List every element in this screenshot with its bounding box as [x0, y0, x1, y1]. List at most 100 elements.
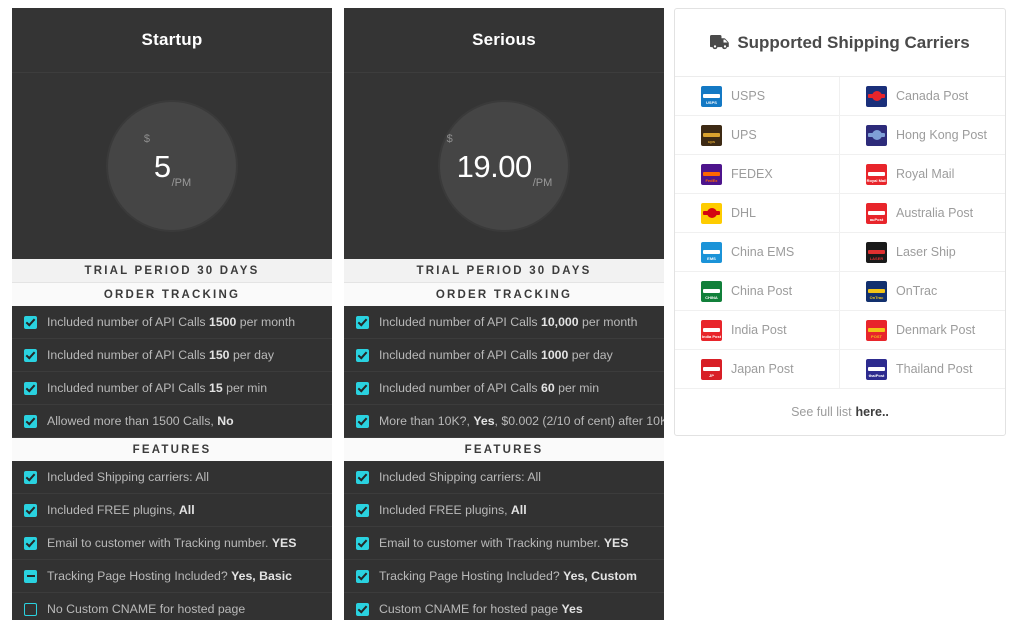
feature-row-label: Included number of API Calls 60 per min	[379, 381, 600, 395]
feature-row: Included number of API Calls 60 per min	[344, 372, 664, 405]
checkbox-checked-icon[interactable]	[356, 470, 369, 484]
carrier-item: OnTrac OnTrac	[840, 272, 1005, 311]
feature-row-label: Included Shipping carriers: All	[47, 470, 209, 484]
feature-row: Included FREE plugins, All	[344, 494, 664, 527]
carrier-logo-icon: auPost	[866, 202, 887, 224]
checkbox-checked-icon[interactable]	[24, 348, 37, 362]
feature-row-label: Tracking Page Hosting Included? Yes, Bas…	[47, 569, 292, 583]
carrier-name: Laser Ship	[896, 245, 956, 259]
feature-row: Tracking Page Hosting Included? Yes, Cus…	[344, 560, 664, 593]
carrier-logo-icon	[866, 85, 887, 107]
feature-row: Email to customer with Tracking number. …	[12, 527, 332, 560]
features-list: Included Shipping carriers: All Included …	[344, 461, 664, 620]
features-list: Included Shipping carriers: All Included …	[12, 461, 332, 620]
price-period: /PM	[171, 176, 192, 189]
feature-row-label: Included Shipping carriers: All	[379, 470, 541, 484]
carrier-name: FEDEX	[731, 167, 773, 181]
supported-carriers-panel: Supported Shipping Carriers USPS USPS Cana…	[674, 8, 1006, 436]
price-period: /PM	[532, 176, 553, 189]
carrier-item: auPost Australia Post	[840, 194, 1005, 233]
checkbox-checked-icon[interactable]	[24, 536, 37, 550]
feature-row: Email to customer with Tracking number. …	[344, 527, 664, 560]
feature-row: Included number of API Calls 10,000 per …	[344, 306, 664, 339]
see-full-list-text: See full list	[791, 405, 852, 419]
checkbox-checked-icon[interactable]	[356, 602, 369, 616]
carrier-item: DHL	[675, 194, 840, 233]
checkbox-checked-icon[interactable]	[356, 536, 369, 550]
see-full-list-link[interactable]: here..	[856, 405, 889, 419]
carrier-name: Royal Mail	[896, 167, 955, 181]
checkbox-checked-icon[interactable]	[24, 414, 37, 428]
feature-row-label: Included FREE plugins, All	[379, 503, 527, 517]
checkbox-checked-icon[interactable]	[356, 315, 369, 329]
carrier-logo-icon	[701, 202, 722, 224]
section-band-order-tracking: ORDER TRACKING	[12, 283, 332, 306]
feature-row: Included number of API Calls 1500 per mo…	[12, 306, 332, 339]
checkbox-partial-icon[interactable]	[24, 569, 37, 583]
carrier-logo-icon: ups	[701, 124, 722, 146]
plan-card-startup: Startup $ 5 /PM TRIAL PERIOD 30 DAYS ORD…	[12, 8, 332, 620]
carrier-item: LASER Laser Ship	[840, 233, 1005, 272]
carrier-name: China Post	[731, 284, 793, 298]
checkbox-empty-icon[interactable]	[24, 602, 37, 616]
checkbox-checked-icon[interactable]	[356, 503, 369, 517]
carrier-name: UPS	[731, 128, 757, 142]
feature-row-label: Included number of API Calls 1500 per mo…	[47, 315, 296, 329]
feature-row: No Custom CNAME for hosted page	[12, 593, 332, 620]
carrier-name: OnTrac	[896, 284, 938, 298]
carrier-grid: USPS USPS Canada Post ups UPS Hong Kong Post F…	[675, 77, 1005, 389]
carrier-logo-icon: Royal Mail	[866, 163, 887, 185]
carrier-logo-icon: India Post	[701, 319, 722, 341]
plan-title: Serious	[472, 30, 536, 49]
price-currency: $	[143, 132, 150, 145]
carrier-logo-icon: EMS	[701, 241, 722, 263]
checkbox-checked-icon[interactable]	[24, 315, 37, 329]
checkbox-checked-icon[interactable]	[356, 381, 369, 395]
plan-card-serious: Serious $ 19.00 /PM TRIAL PERIOD 30 DAYS…	[344, 8, 664, 620]
carrier-name: Denmark Post	[896, 323, 976, 337]
plan-price-area: $ 19.00 /PM	[344, 73, 664, 259]
price-amount: 19.00	[456, 148, 533, 184]
feature-row: Included FREE plugins, All	[12, 494, 332, 527]
carrier-item: POST Denmark Post	[840, 311, 1005, 350]
checkbox-checked-icon[interactable]	[356, 348, 369, 362]
trial-band: TRIAL PERIOD 30 DAYS	[12, 259, 332, 283]
carrier-name: Australia Post	[896, 206, 974, 220]
truck-icon	[710, 35, 730, 50]
checkbox-checked-icon[interactable]	[356, 414, 369, 428]
price-circle: $ 5 /PM	[106, 100, 238, 232]
checkbox-checked-icon[interactable]	[24, 381, 37, 395]
section-band-features: FEATURES	[12, 438, 332, 461]
plan-header: Serious	[344, 8, 664, 73]
carrier-item: India Post India Post	[675, 311, 840, 350]
tracking-feature-list: Included number of API Calls 10,000 per …	[344, 306, 664, 438]
carrier-item: JP Japan Post	[675, 350, 840, 389]
carrier-item: thaiPost Thailand Post	[840, 350, 1005, 389]
carrier-name: DHL	[731, 206, 757, 220]
price-amount: 5	[153, 148, 171, 184]
feature-row: Included Shipping carriers: All	[344, 461, 664, 494]
feature-row-label: Email to customer with Tracking number. …	[47, 536, 297, 550]
section-band-features: FEATURES	[344, 438, 664, 461]
feature-row-label: No Custom CNAME for hosted page	[47, 602, 246, 616]
carrier-logo-icon: LASER	[866, 241, 887, 263]
carrier-logo-icon: CHINA	[701, 280, 722, 302]
feature-row: Custom CNAME for hosted page Yes	[344, 593, 664, 620]
carrier-name: India Post	[731, 323, 787, 337]
feature-row-label: Included number of API Calls 15 per min	[47, 381, 268, 395]
feature-row-label: Included number of API Calls 1000 per da…	[379, 348, 613, 362]
feature-row-label: Included FREE plugins, All	[47, 503, 195, 517]
plan-title: Startup	[141, 30, 203, 49]
carrier-name: Japan Post	[731, 362, 794, 376]
feature-row: Included Shipping carriers: All	[12, 461, 332, 494]
carrier-logo-icon: POST	[866, 319, 887, 341]
feature-row: Included number of API Calls 1000 per da…	[344, 339, 664, 372]
checkbox-checked-icon[interactable]	[24, 503, 37, 517]
checkbox-checked-icon[interactable]	[24, 470, 37, 484]
feature-row-label: Email to customer with Tracking number. …	[379, 536, 629, 550]
checkbox-checked-icon[interactable]	[356, 569, 369, 583]
carrier-item: EMS China EMS	[675, 233, 840, 272]
feature-row: Tracking Page Hosting Included? Yes, Bas…	[12, 560, 332, 593]
section-band-order-tracking: ORDER TRACKING	[344, 283, 664, 306]
carrier-item: Canada Post	[840, 77, 1005, 116]
